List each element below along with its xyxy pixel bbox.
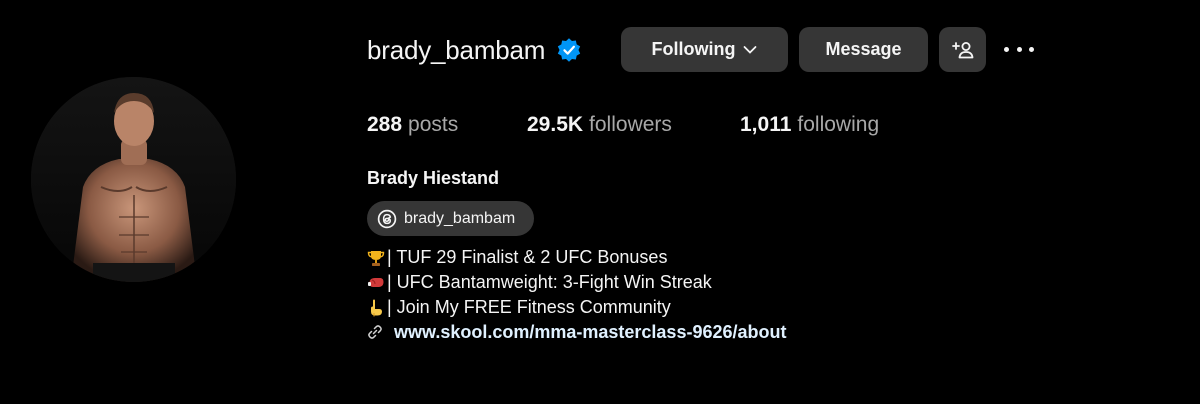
pointing-down-emoji-icon <box>367 299 385 317</box>
bio-text: | TUF 29 Finalist & 2 UFC Bonuses <box>387 247 668 267</box>
dot <box>1016 46 1022 52</box>
posts-count: 288 <box>367 113 403 136</box>
profile-avatar[interactable] <box>31 77 236 282</box>
following-button[interactable]: Following <box>621 27 788 72</box>
link-icon <box>367 324 385 342</box>
more-options-icon[interactable] <box>1004 38 1034 60</box>
bio-line: | TUF 29 Finalist & 2 UFC Bonuses <box>367 245 786 270</box>
posts-stat: 288 posts <box>367 113 458 137</box>
add-person-icon <box>951 41 974 59</box>
trophy-emoji-icon <box>367 249 385 267</box>
bio-text: | UFC Bantamweight: 3-Fight Win Streak <box>387 272 712 292</box>
following-label: following <box>797 113 880 136</box>
bio: | TUF 29 Finalist & 2 UFC Bonuses | UFC … <box>367 245 786 345</box>
following-stat[interactable]: 1,011 following <box>740 113 879 137</box>
following-button-label: Following <box>651 39 736 59</box>
chevron-down-icon <box>743 45 757 55</box>
following-count: 1,011 <box>740 113 792 136</box>
followers-stat[interactable]: 29.5K followers <box>527 113 672 137</box>
posts-label: posts <box>408 113 459 136</box>
message-button-label: Message <box>825 39 902 59</box>
followers-label: followers <box>589 113 672 136</box>
boxing-glove-emoji-icon <box>367 274 385 292</box>
username: brady_bambam <box>367 34 546 65</box>
bio-text: | Join My FREE Fitness Community <box>387 297 671 317</box>
dot <box>1029 46 1034 52</box>
add-user-button[interactable] <box>939 27 986 72</box>
threads-link[interactable]: brady_bambam <box>367 201 534 236</box>
dot <box>1004 46 1009 52</box>
full-name: Brady Hiestand <box>367 168 500 188</box>
profile-header: brady_bambam <box>367 27 582 73</box>
threads-handle: brady_bambam <box>404 209 516 227</box>
message-button[interactable]: Message <box>799 27 928 72</box>
bio-line: | Join My FREE Fitness Community <box>367 295 786 320</box>
external-link[interactable]: www.skool.com/mma-masterclass-9626/about <box>367 320 786 345</box>
verified-badge-icon <box>556 37 582 63</box>
profile-photo <box>31 77 236 282</box>
bio-line: | UFC Bantamweight: 3-Fight Win Streak <box>367 270 786 295</box>
threads-icon <box>377 209 397 229</box>
link-url[interactable]: www.skool.com/mma-masterclass-9626/about <box>394 320 786 345</box>
followers-count: 29.5K <box>527 113 584 136</box>
